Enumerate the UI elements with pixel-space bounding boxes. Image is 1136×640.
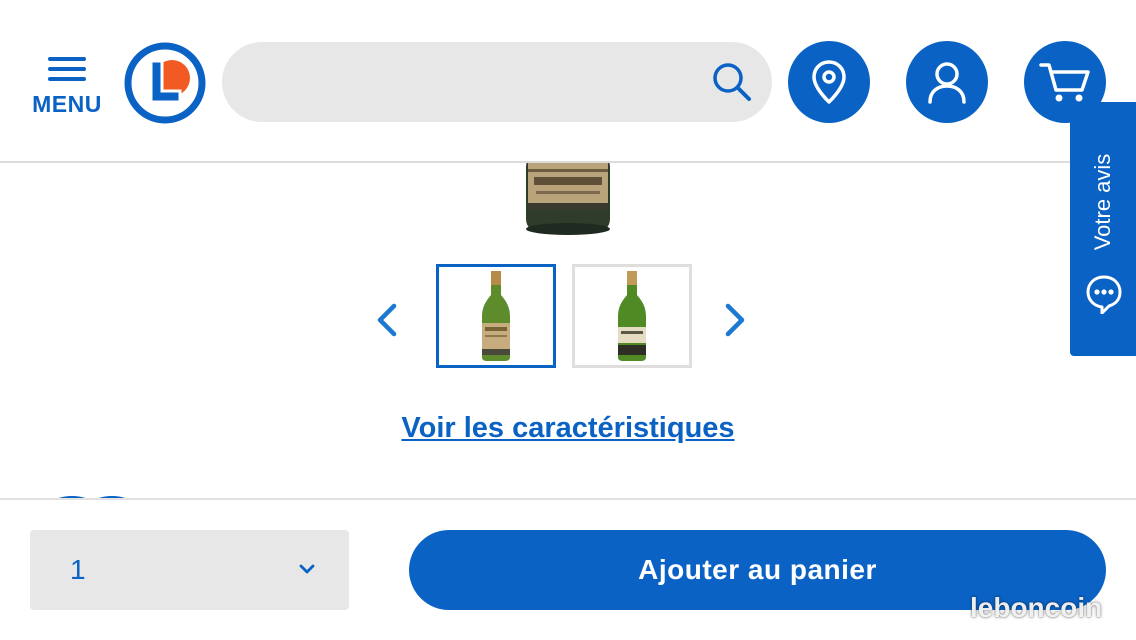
cart-icon [1039,63,1090,102]
menu-label: MENU [32,91,102,117]
hamburger-icon [48,57,86,83]
bottle-thumbnail-image [482,271,510,361]
search-input[interactable] [252,42,716,124]
menu-button[interactable]: MENU [28,55,106,121]
chat-bubble-icon [1086,275,1122,314]
search-bar[interactable] [222,42,772,124]
account-button[interactable] [906,41,988,123]
characteristics-link[interactable]: Voir les caractéristiques [0,412,1136,445]
thumbnail-2[interactable] [572,264,692,368]
site-header: MENU [0,0,1136,163]
quantity-select[interactable]: 1 [30,530,349,610]
bottle-thumbnail-image [618,271,646,361]
chevron-down-icon [299,564,315,574]
quantity-value: 1 [70,554,86,585]
user-icon [928,62,966,104]
search-icon[interactable] [710,60,754,104]
leclerc-logo[interactable] [124,42,206,124]
feedback-label: Votre avis [1090,153,1115,251]
location-pin-icon [812,60,846,104]
thumbnail-1[interactable] [436,264,556,368]
chevron-left-icon[interactable] [372,300,402,340]
chevron-right-icon[interactable] [720,300,750,340]
feedback-tab[interactable]: Votre avis [1070,102,1136,356]
product-main-image [526,163,610,235]
store-locator-button[interactable] [788,41,870,123]
watermark: leboncoin [970,592,1103,623]
